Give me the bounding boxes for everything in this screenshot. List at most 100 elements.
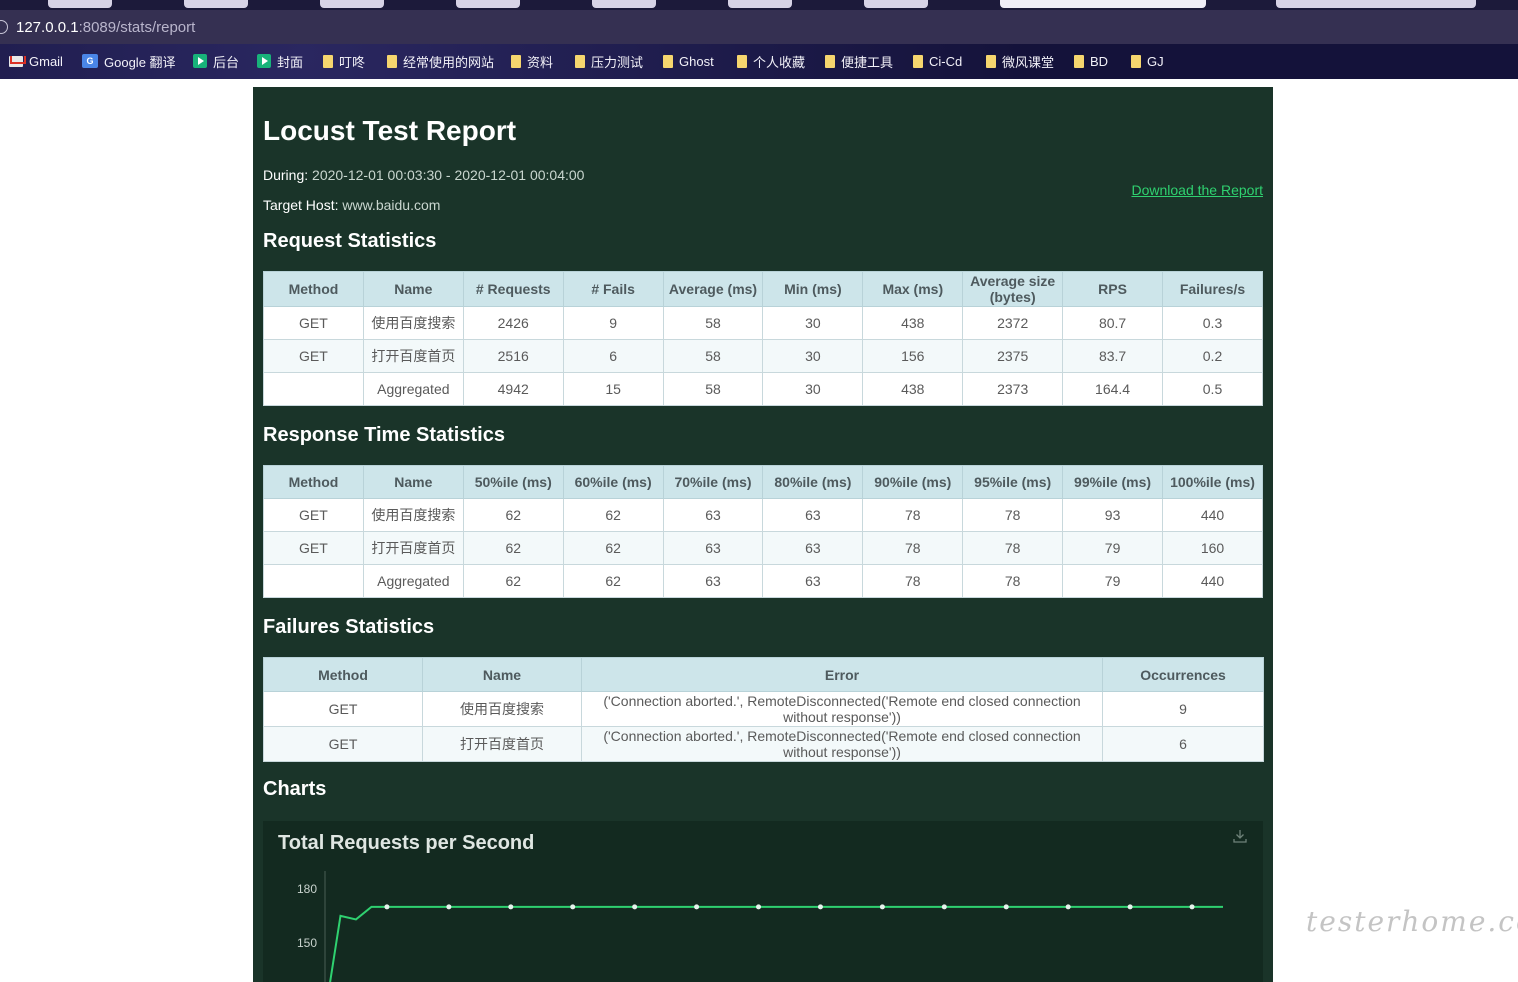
data-point[interactable] xyxy=(570,904,576,910)
column-header[interactable]: Name xyxy=(362,271,464,307)
column-header[interactable]: 80%ile (ms) xyxy=(762,465,864,499)
table-cell: 58 xyxy=(662,339,764,373)
browser-tab[interactable] xyxy=(320,0,384,8)
bookmark-cicd[interactable]: Ci-Cd xyxy=(913,52,962,70)
bookmark-google-translate[interactable]: G Google 翻译 xyxy=(82,52,176,70)
column-header[interactable]: RPS xyxy=(1062,271,1164,307)
bookmark-houtai[interactable]: 后台 xyxy=(193,52,239,70)
y-tick-label: 150 xyxy=(297,936,317,950)
column-header[interactable]: Average size (bytes) xyxy=(962,271,1064,307)
bookmark-bd[interactable]: BD xyxy=(1074,52,1108,70)
data-point[interactable] xyxy=(1189,904,1195,910)
play-icon xyxy=(257,54,271,68)
column-header[interactable]: 95%ile (ms) xyxy=(962,465,1064,499)
download-report-link[interactable]: Download the Report xyxy=(1131,182,1263,198)
target-host-line: Target Host: www.baidu.com xyxy=(263,197,440,213)
url-text[interactable]: 127.0.0.1:8089/stats/report xyxy=(16,19,195,36)
host-value: www.baidu.com xyxy=(342,197,441,213)
data-point[interactable] xyxy=(1003,904,1009,910)
browser-tab[interactable] xyxy=(48,0,112,8)
data-point[interactable] xyxy=(632,904,638,910)
address-bar[interactable]: 127.0.0.1:8089/stats/report xyxy=(0,10,1518,44)
data-point[interactable] xyxy=(941,904,947,910)
browser-tab[interactable] xyxy=(184,0,248,8)
browser-tab[interactable] xyxy=(864,0,928,8)
browser-tab[interactable] xyxy=(1276,0,1476,8)
table-header-row: Method Name # Requests # Fails Average (… xyxy=(263,271,1263,307)
bookmark-weifeng[interactable]: 微风课堂 xyxy=(986,52,1054,70)
bookmark-ghost[interactable]: Ghost xyxy=(663,52,714,70)
bookmark-gj[interactable]: GJ xyxy=(1131,52,1164,70)
column-header[interactable]: 99%ile (ms) xyxy=(1062,465,1164,499)
error-message-cell: ('Connection aborted.', RemoteDisconnect… xyxy=(581,726,1103,762)
response-stats-title: Response Time Statistics xyxy=(263,424,505,446)
bookmark-stress-test[interactable]: 压力测试 xyxy=(575,52,643,70)
data-point[interactable] xyxy=(384,904,390,910)
table-cell: 62 xyxy=(562,531,664,565)
folder-icon xyxy=(1074,54,1084,68)
table-cell: GET xyxy=(263,531,364,565)
column-header[interactable]: 100%ile (ms) xyxy=(1162,465,1263,499)
bookmarks-bar: Gmail G Google 翻译 后台 封面 叮咚 经常使用的网站 资料 压力测… xyxy=(0,44,1518,79)
column-header[interactable]: Method xyxy=(263,465,364,499)
data-point[interactable] xyxy=(879,904,885,910)
gmail-icon xyxy=(9,55,23,67)
data-point[interactable] xyxy=(446,904,452,910)
bookmark-label: Ghost xyxy=(679,53,714,69)
browser-tab-active[interactable] xyxy=(1000,0,1206,8)
column-header[interactable]: 60%ile (ms) xyxy=(562,465,664,499)
column-header[interactable]: Name xyxy=(362,465,464,499)
bookmark-common-sites[interactable]: 经常使用的网站 xyxy=(387,52,494,70)
table-cell: 78 xyxy=(862,564,964,598)
column-header[interactable]: Failures/s xyxy=(1162,271,1263,307)
rps-chart-panel: Total Requests per Second 180150120 xyxy=(263,821,1263,982)
folder-icon xyxy=(387,54,397,68)
failures-stats-title: Failures Statistics xyxy=(263,616,435,638)
column-header[interactable]: 90%ile (ms) xyxy=(862,465,964,499)
table-cell: 0.3 xyxy=(1162,306,1263,340)
browser-tab[interactable] xyxy=(592,0,656,8)
bookmark-dingdong[interactable]: 叮咚 xyxy=(323,52,365,70)
folder-icon xyxy=(1131,54,1141,68)
bookmark-fengmian[interactable]: 封面 xyxy=(257,52,303,70)
site-info-icon[interactable] xyxy=(0,20,8,34)
table-row: GET 使用百度搜索 62 62 63 63 78 78 93 440 xyxy=(263,498,1263,532)
data-point[interactable] xyxy=(1065,904,1071,910)
host-label: Target Host: xyxy=(263,197,339,213)
bookmark-ziliao[interactable]: 资料 xyxy=(511,52,553,70)
data-point[interactable] xyxy=(1127,904,1133,910)
column-header[interactable]: Min (ms) xyxy=(762,271,864,307)
data-point[interactable] xyxy=(817,904,823,910)
bookmark-label: 叮咚 xyxy=(339,54,366,70)
data-point[interactable] xyxy=(508,904,514,910)
bookmark-label: Gmail xyxy=(29,53,63,69)
rps-line-chart: 180150120 xyxy=(297,871,1223,982)
column-header[interactable]: Occurrences xyxy=(1102,657,1264,692)
table-cell: 160 xyxy=(1162,531,1263,565)
request-stats-title: Request Statistics xyxy=(263,230,437,252)
column-header[interactable]: Method xyxy=(263,271,364,307)
bookmark-label: 资料 xyxy=(527,54,554,70)
column-header[interactable]: Average (ms) xyxy=(662,271,764,307)
column-header[interactable]: # Fails xyxy=(562,271,664,307)
column-header[interactable]: # Requests xyxy=(462,271,564,307)
bookmark-label: 个人收藏 xyxy=(753,54,806,70)
bookmark-tools[interactable]: 便捷工具 xyxy=(825,52,893,70)
column-header[interactable]: 50%ile (ms) xyxy=(462,465,564,499)
column-header[interactable]: Name xyxy=(422,657,582,692)
data-point[interactable] xyxy=(756,904,762,910)
browser-tab[interactable] xyxy=(728,0,792,8)
bookmark-personal[interactable]: 个人收藏 xyxy=(737,52,805,70)
table-row: GET 打开百度首页 2516 6 58 30 156 2375 83.7 0.… xyxy=(263,339,1263,373)
column-header[interactable]: Error xyxy=(581,657,1103,692)
table-cell: 62 xyxy=(462,531,564,565)
column-header[interactable]: Max (ms) xyxy=(862,271,964,307)
table-cell: 164.4 xyxy=(1062,372,1164,406)
column-header[interactable]: Method xyxy=(263,657,423,692)
browser-tab[interactable] xyxy=(456,0,520,8)
data-point[interactable] xyxy=(694,904,700,910)
table-cell: 2426 xyxy=(462,306,564,340)
column-header[interactable]: 70%ile (ms) xyxy=(662,465,764,499)
bookmark-gmail[interactable]: Gmail xyxy=(9,52,63,70)
table-cell: 58 xyxy=(662,306,764,340)
